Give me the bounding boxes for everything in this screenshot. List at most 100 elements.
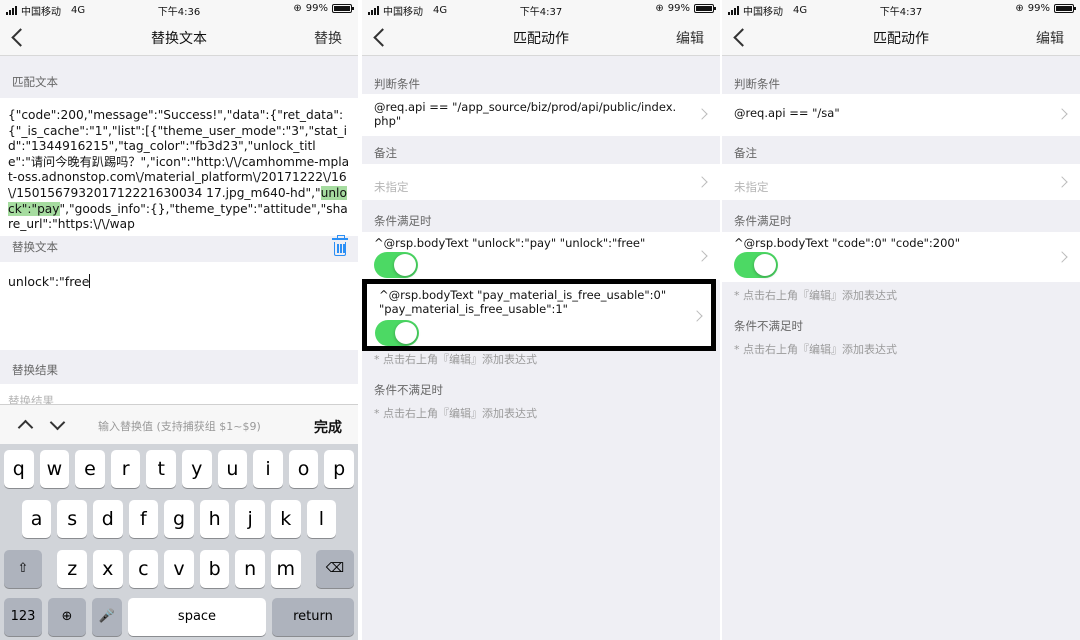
globe-icon[interactable]: ⊕ (48, 598, 86, 636)
status-bar: 中国移动 4G 下午4:37 ⊕ 99% (722, 0, 1080, 18)
key-c[interactable]: c (128, 550, 159, 588)
microphone-icon[interactable]: 🎤 (92, 598, 122, 636)
return-key[interactable]: return (272, 598, 354, 636)
replace-result-placeholder: 替换结果 (8, 394, 54, 404)
replace-text-label: 替换文本 (12, 240, 58, 254)
replace-text-input[interactable]: unlock":"free (0, 262, 358, 350)
condition-unmet-label: 条件不满足时 (734, 319, 803, 333)
chevron-down-icon[interactable] (49, 414, 66, 431)
note-label: 备注 (734, 146, 757, 160)
rule-row[interactable]: ^@rsp.bodyText "unlock":"pay" "unlock":"… (362, 232, 720, 280)
match-text-field[interactable]: {"code":200,"message":"Success!","data":… (0, 98, 358, 236)
condition-cell[interactable]: @req.api == "/app_source/biz/prod/api/pu… (362, 94, 720, 136)
key-q[interactable]: q (4, 450, 34, 488)
edit-button[interactable]: 编辑 (676, 28, 704, 48)
replace-text-header: 替换文本 (0, 232, 358, 262)
condition-cell[interactable]: @req.api == "/sa" (722, 94, 1080, 136)
key-f[interactable]: f (128, 500, 159, 538)
key-u[interactable]: u (217, 450, 248, 488)
key-y[interactable]: y (182, 450, 212, 488)
trash-icon[interactable] (332, 235, 348, 256)
key-l[interactable]: l (306, 500, 337, 538)
edit-button[interactable]: 编辑 (1036, 28, 1064, 48)
replace-button[interactable]: 替换 (314, 28, 342, 48)
nav-bar: 匹配动作 编辑 (362, 18, 720, 56)
key-i[interactable]: i (253, 450, 283, 488)
page-title: 匹配动作 (873, 31, 929, 47)
numbers-key[interactable]: 123 (4, 598, 42, 636)
match-text-after: ","goods_info":{},"theme_type":"attitude… (8, 201, 348, 232)
chevron-up-icon[interactable] (17, 419, 34, 436)
key-a[interactable]: a (21, 500, 52, 538)
backspace-key[interactable]: ⌫ (316, 550, 354, 588)
key-x[interactable]: x (93, 550, 123, 588)
nav-bar: 匹配动作 编辑 (722, 18, 1080, 56)
battery-percent: 99% (667, 3, 690, 14)
condition-label: 判断条件 (734, 77, 780, 91)
keyboard: q w e r t y u i o p a s d f g h j k l ⇧ z x c v b n m ⌫ 123 ⊕ 🎤 space re… (0, 444, 358, 640)
match-text-before: {"code":200,"message":"Success!","data":… (8, 108, 350, 200)
page-title: 替换文本 (151, 31, 207, 47)
match-text-label: 匹配文本 (12, 75, 58, 89)
shift-key[interactable]: ⇧ (4, 550, 42, 588)
text-caret (89, 274, 91, 288)
chevron-right-icon (1056, 108, 1068, 120)
page-title: 匹配动作 (513, 31, 569, 47)
key-k[interactable]: k (271, 500, 301, 538)
rule-text: ^@rsp.bodyText "code":0" "code":200" (734, 236, 961, 250)
key-h[interactable]: h (199, 500, 230, 538)
key-n[interactable]: n (235, 550, 265, 588)
rule-text: ^@rsp.bodyText "pay_material_is_free_usa… (379, 288, 667, 316)
rotation-lock-icon: ⊕ (655, 3, 664, 14)
battery-icon (332, 4, 354, 13)
done-button[interactable]: 完成 (314, 417, 342, 437)
key-j[interactable]: j (235, 500, 265, 538)
rule-toggle[interactable] (734, 252, 778, 278)
key-z[interactable]: z (57, 550, 87, 588)
match-action-screen-1: 中国移动 4G 下午4:37 ⊕ 99% 匹配动作 编辑 判断条件 @req.api… (362, 0, 720, 640)
key-m[interactable]: m (271, 550, 301, 588)
chevron-right-icon (696, 176, 708, 188)
status-bar: 中国移动 4G 下午4:36 ⊕ 99% (0, 0, 358, 18)
rule-toggle[interactable] (375, 320, 419, 346)
key-b[interactable]: b (199, 550, 230, 588)
battery-icon (694, 4, 716, 13)
replace-text-screen: 中国移动 4G 下午4:36 ⊕ 99% 替换文本 替换 匹配文本 {"code":… (0, 0, 358, 640)
key-o[interactable]: o (288, 450, 319, 488)
key-r[interactable]: r (110, 450, 141, 488)
chevron-right-icon (1056, 176, 1068, 188)
rotation-lock-icon: ⊕ (1015, 3, 1024, 14)
condition-value: @req.api == "/sa" (734, 106, 840, 120)
key-g[interactable]: g (164, 500, 194, 538)
replace-result-field[interactable]: 替换结果 (0, 384, 358, 404)
condition-unmet-label: 条件不满足时 (374, 383, 443, 397)
note-cell[interactable]: 未指定 (722, 164, 1080, 200)
note-cell[interactable]: 未指定 (362, 164, 720, 200)
capture-group-hint: 输入替换值 (支持捕获组 $1~$9) (98, 420, 261, 433)
note-placeholder: 未指定 (734, 180, 769, 194)
battery-icon (1054, 4, 1076, 13)
condition-value: @req.api == "/app_source/biz/prod/api/pu… (374, 100, 677, 128)
key-d[interactable]: d (93, 500, 123, 538)
condition-met-label: 条件满足时 (734, 214, 792, 228)
replace-result-label: 替换结果 (12, 363, 58, 377)
key-t[interactable]: t (146, 450, 176, 488)
rule-text: ^@rsp.bodyText "unlock":"pay" "unlock":"… (374, 236, 646, 250)
status-bar: 中国移动 4G 下午4:37 ⊕ 99% (362, 0, 720, 18)
chevron-right-icon (696, 250, 708, 262)
rotation-lock-icon: ⊕ (293, 3, 302, 14)
space-key[interactable]: space (128, 598, 266, 636)
rule-row-highlighted[interactable]: ^@rsp.bodyText "pay_material_is_free_usa… (362, 279, 716, 351)
rule-row[interactable]: ^@rsp.bodyText "code":0" "code":200" (722, 232, 1080, 282)
key-v[interactable]: v (164, 550, 194, 588)
key-e[interactable]: e (75, 450, 105, 488)
chevron-right-icon (691, 310, 703, 322)
key-s[interactable]: s (57, 500, 87, 538)
rule-toggle[interactable] (374, 252, 418, 278)
note-placeholder: 未指定 (374, 180, 409, 194)
match-action-screen-2: 中国移动 4G 下午4:37 ⊕ 99% 匹配动作 编辑 判断条件 @req.api… (722, 0, 1080, 640)
replace-value: unlock":"free (8, 274, 90, 289)
key-p[interactable]: p (324, 450, 354, 488)
key-w[interactable]: w (39, 450, 70, 488)
add-expression-hint: * 点击右上角『编辑』添加表达式 (374, 353, 537, 366)
